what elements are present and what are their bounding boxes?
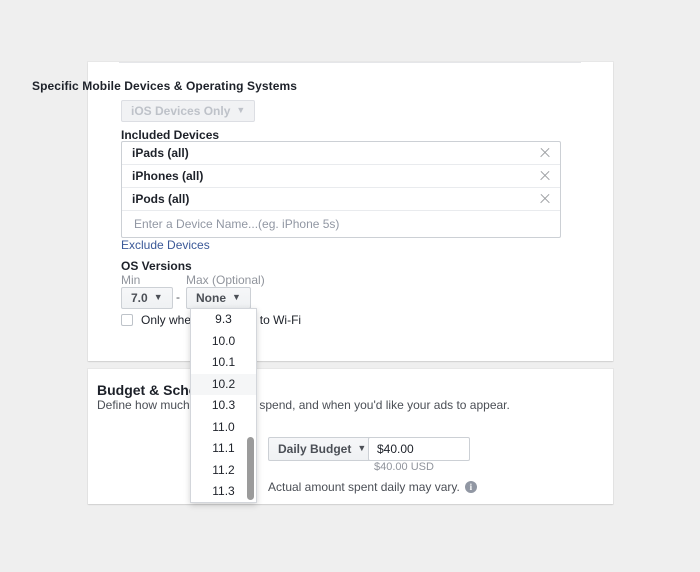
range-separator: - — [176, 290, 180, 304]
exclude-devices-link[interactable]: Exclude Devices — [121, 238, 210, 252]
chevron-down-icon: ▼ — [236, 104, 246, 115]
chevron-down-icon: ▼ — [232, 291, 241, 302]
card-top-divider — [119, 62, 581, 63]
os-version-dropdown-menu[interactable]: 9.3 10.0 10.1 10.2 10.3 11.0 11.1 11.2 11.3 — [190, 308, 257, 503]
budget-section-subheading: Define how much you'd like to spend, and… — [97, 398, 510, 412]
chevron-down-icon: ▼ — [357, 442, 367, 453]
platform-select-button[interactable]: iOS Devices Only ▼ — [121, 100, 256, 122]
device-name: iPods (all) — [132, 192, 190, 206]
dropdown-scrollbar[interactable] — [247, 309, 254, 502]
device-name: iPhones (all) — [132, 169, 204, 183]
budget-note-text: Actual amount spent daily may vary. — [268, 480, 460, 494]
platform-select-label: iOS Devices Only — [131, 104, 231, 118]
close-icon[interactable] — [538, 192, 552, 206]
budget-note-row: Actual amount spent daily may vary. i — [268, 480, 477, 494]
close-icon[interactable] — [538, 146, 552, 160]
list-item[interactable]: iPhones (all) — [122, 165, 560, 188]
included-devices-box: iPads (all) iPhones (all) iPods (all) — [121, 141, 561, 238]
budget-amount-input[interactable] — [368, 437, 470, 461]
chevron-down-icon: ▼ — [153, 291, 163, 302]
list-item[interactable]: iPads (all) — [122, 142, 560, 165]
wifi-checkbox[interactable] — [121, 314, 133, 326]
included-devices-label: Included Devices — [121, 128, 220, 142]
os-versions-label: OS Versions — [121, 259, 192, 273]
device-name-input[interactable] — [132, 216, 550, 232]
device-input-row[interactable] — [122, 211, 560, 237]
budget-type-select-button[interactable]: Daily Budget ▼ — [268, 437, 377, 461]
dropdown-scrollbar-thumb[interactable] — [247, 437, 254, 500]
list-item[interactable]: iPods (all) — [122, 188, 560, 211]
os-min-label: Min — [121, 273, 141, 287]
budget-currency-note: $40.00 USD — [374, 461, 434, 473]
devices-section-heading: Specific Mobile Devices & Operating Syst… — [32, 79, 298, 93]
close-icon[interactable] — [538, 169, 552, 183]
os-max-label: Max (Optional) — [186, 273, 265, 287]
os-max-select-button[interactable]: None ▼ — [186, 287, 251, 309]
os-max-value: None — [196, 291, 226, 305]
os-min-value: 7.0 — [131, 291, 148, 305]
info-icon[interactable]: i — [464, 481, 477, 493]
device-name: iPads (all) — [132, 146, 189, 160]
os-min-select-button[interactable]: 7.0 ▼ — [121, 287, 173, 309]
budget-type-label: Daily Budget — [278, 442, 352, 456]
